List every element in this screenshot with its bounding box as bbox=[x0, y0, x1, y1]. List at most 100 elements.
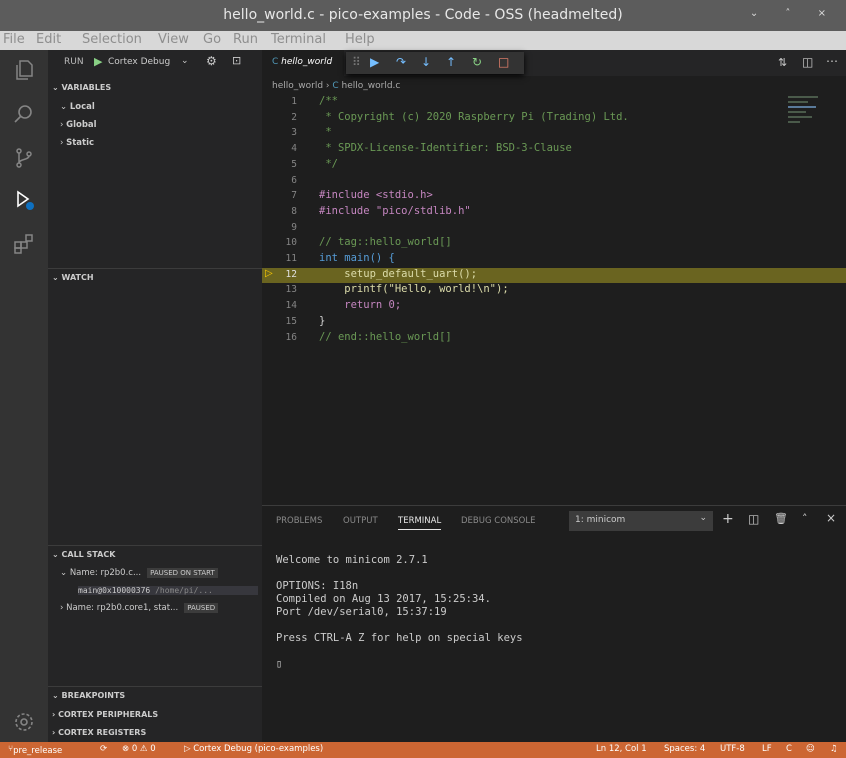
close-panel-icon[interactable]: × bbox=[826, 511, 836, 525]
code-line[interactable]: 14 return 0; bbox=[262, 299, 846, 315]
search-icon[interactable] bbox=[12, 102, 36, 126]
menu-run[interactable]: Run bbox=[233, 32, 258, 47]
variables-global[interactable]: › Global bbox=[60, 120, 97, 130]
menu-terminal[interactable]: Terminal bbox=[271, 32, 326, 47]
line-number[interactable]: 7 bbox=[262, 190, 297, 201]
code-text: #include <stdio.h> bbox=[319, 189, 433, 202]
settings-gear-icon[interactable] bbox=[12, 710, 36, 734]
debug-console-icon[interactable]: ⊡ bbox=[232, 54, 241, 67]
code-line[interactable]: 1 /** bbox=[262, 95, 846, 111]
tab-output[interactable]: OUTPUT bbox=[343, 516, 378, 526]
start-debug-icon[interactable]: ▶ bbox=[94, 55, 102, 68]
debug-toolbar: ⠿ ▶ ↷ ↓ ↑ ↻ □ bbox=[346, 52, 524, 74]
line-number[interactable]: 10 bbox=[262, 237, 297, 248]
line-number[interactable]: 5 bbox=[262, 159, 297, 170]
feedback-icon[interactable]: ☺ bbox=[806, 744, 815, 754]
split-editor-icon[interactable]: ◫ bbox=[802, 55, 813, 69]
menu-edit[interactable]: Edit bbox=[36, 32, 61, 47]
step-into-icon[interactable]: ↓ bbox=[421, 55, 431, 69]
menu-file[interactable]: File bbox=[3, 32, 25, 47]
menu-go[interactable]: Go bbox=[203, 32, 221, 47]
line-number[interactable]: 15 bbox=[262, 316, 297, 327]
breakpoints-section[interactable]: ⌄ BREAKPOINTS bbox=[48, 686, 262, 704]
call-stack-thread-core1[interactable]: › Name: rp2b0.core1, stat... PAUSED bbox=[60, 603, 219, 613]
language-status[interactable]: C bbox=[786, 744, 792, 754]
code-line[interactable]: 2 * Copyright (c) 2020 Raspberry Pi (Tra… bbox=[262, 111, 846, 127]
notifications-bell-icon[interactable]: ♫ bbox=[830, 744, 838, 754]
indentation-status[interactable]: Spaces: 4 bbox=[664, 744, 705, 754]
line-number[interactable]: 14 bbox=[262, 300, 297, 311]
split-terminal-icon[interactable]: ◫ bbox=[748, 512, 759, 526]
variables-local[interactable]: ⌄ Local bbox=[60, 102, 95, 112]
code-line[interactable]: 16 // end::hello_world[] bbox=[262, 331, 846, 347]
cortex-registers-section[interactable]: › CORTEX REGISTERS bbox=[48, 724, 262, 742]
debug-config-select[interactable]: Cortex Debug bbox=[108, 57, 170, 67]
code-line[interactable]: 13 printf("Hello, world!\n"); bbox=[262, 283, 846, 299]
line-number[interactable]: 2 bbox=[262, 112, 297, 123]
watch-section[interactable]: ⌄ WATCH bbox=[48, 268, 262, 286]
line-number[interactable]: 8 bbox=[262, 206, 297, 217]
line-number[interactable]: 1 bbox=[262, 96, 297, 107]
tab-terminal[interactable]: TERMINAL bbox=[398, 516, 442, 530]
tab-debug-console[interactable]: DEBUG CONSOLE bbox=[461, 516, 535, 526]
menu-view[interactable]: View bbox=[158, 32, 189, 47]
call-stack-thread-core0[interactable]: ⌄ Name: rp2b0.c... PAUSED ON START bbox=[60, 568, 218, 578]
code-line[interactable]: 5 */ bbox=[262, 158, 846, 174]
chevron-down-icon[interactable]: ⌄ bbox=[181, 56, 189, 66]
breadcrumb-folder[interactable]: hello_world bbox=[272, 81, 323, 91]
code-line[interactable]: 11 int main() { bbox=[262, 252, 846, 268]
explorer-icon[interactable] bbox=[12, 58, 36, 82]
code-line[interactable]: 9 bbox=[262, 221, 846, 237]
window-controls[interactable]: ⌄ ˄ × bbox=[750, 8, 838, 19]
code-line[interactable]: 15} bbox=[262, 315, 846, 331]
line-number[interactable]: 3 bbox=[262, 127, 297, 138]
breadcrumb-file[interactable]: hello_world.c bbox=[342, 81, 401, 91]
new-terminal-icon[interactable]: + bbox=[722, 511, 734, 527]
variables-section[interactable]: ⌄ VARIABLES bbox=[48, 79, 262, 97]
line-number[interactable]: 4 bbox=[262, 143, 297, 154]
call-stack-section[interactable]: ⌄ CALL STACK bbox=[48, 545, 262, 563]
compare-icon[interactable]: ⇅ bbox=[778, 56, 787, 69]
menu-selection[interactable]: Selection bbox=[82, 32, 142, 47]
menu-help[interactable]: Help bbox=[345, 32, 375, 47]
variables-static[interactable]: › Static bbox=[60, 138, 94, 148]
line-number[interactable]: 9 bbox=[262, 222, 297, 233]
debug-status[interactable]: ▷ Cortex Debug (pico-examples) bbox=[184, 744, 323, 754]
extensions-icon[interactable] bbox=[12, 232, 36, 256]
eol-status[interactable]: LF bbox=[762, 744, 772, 754]
editor-tab[interactable]: C hello_world bbox=[262, 50, 344, 76]
run-debug-icon[interactable] bbox=[12, 188, 36, 212]
branch-status[interactable]: ⑂ pre_release bbox=[8, 744, 62, 756]
gear-icon[interactable]: ⚙ bbox=[206, 54, 217, 68]
cortex-peripherals-section[interactable]: › CORTEX PERIPHERALS bbox=[48, 706, 262, 724]
code-line[interactable]: 3 * bbox=[262, 126, 846, 142]
code-line[interactable]: 10 // tag::hello_world[] bbox=[262, 236, 846, 252]
encoding-status[interactable]: UTF-8 bbox=[720, 744, 745, 754]
maximize-panel-icon[interactable]: ˄ bbox=[802, 512, 808, 525]
sync-icon[interactable]: ⟳ bbox=[100, 744, 107, 754]
more-actions-icon[interactable]: ⋯ bbox=[826, 54, 838, 68]
problems-status[interactable]: ⊗ 0 ⚠ 0 bbox=[122, 744, 156, 754]
drag-handle-icon[interactable]: ⠿ bbox=[352, 55, 361, 69]
trash-icon[interactable]: 🗑 bbox=[774, 512, 788, 525]
step-over-icon[interactable]: ↷ bbox=[396, 55, 406, 69]
line-number[interactable]: 13 bbox=[262, 284, 297, 295]
call-stack-frame[interactable]: main@0x10000376 /home/pi/... bbox=[78, 586, 258, 595]
line-number[interactable]: 16 bbox=[262, 332, 297, 343]
stop-icon[interactable]: □ bbox=[498, 55, 509, 69]
step-out-icon[interactable]: ↑ bbox=[446, 55, 456, 69]
code-line[interactable]: 4 * SPDX-License-Identifier: BSD-3-Claus… bbox=[262, 142, 846, 158]
cursor-position[interactable]: Ln 12, Col 1 bbox=[596, 744, 647, 754]
source-control-icon[interactable] bbox=[12, 146, 36, 170]
terminal-output[interactable]: Welcome to minicom 2.7.1 OPTIONS: I18n C… bbox=[276, 554, 523, 671]
line-number[interactable]: 11 bbox=[262, 253, 297, 264]
continue-icon[interactable]: ▶ bbox=[370, 55, 379, 69]
line-number[interactable]: 6 bbox=[262, 175, 297, 186]
code-line[interactable]: 7 #include <stdio.h> bbox=[262, 189, 846, 205]
code-line[interactable]: 12 setup_default_uart(); bbox=[262, 267, 846, 284]
code-line[interactable]: 8 #include "pico/stdlib.h" bbox=[262, 205, 846, 221]
restart-icon[interactable]: ↻ bbox=[472, 55, 482, 69]
terminal-select[interactable]: 1: minicom ⌄ bbox=[569, 511, 713, 531]
code-line[interactable]: 6 bbox=[262, 174, 846, 190]
tab-problems[interactable]: PROBLEMS bbox=[276, 516, 322, 526]
